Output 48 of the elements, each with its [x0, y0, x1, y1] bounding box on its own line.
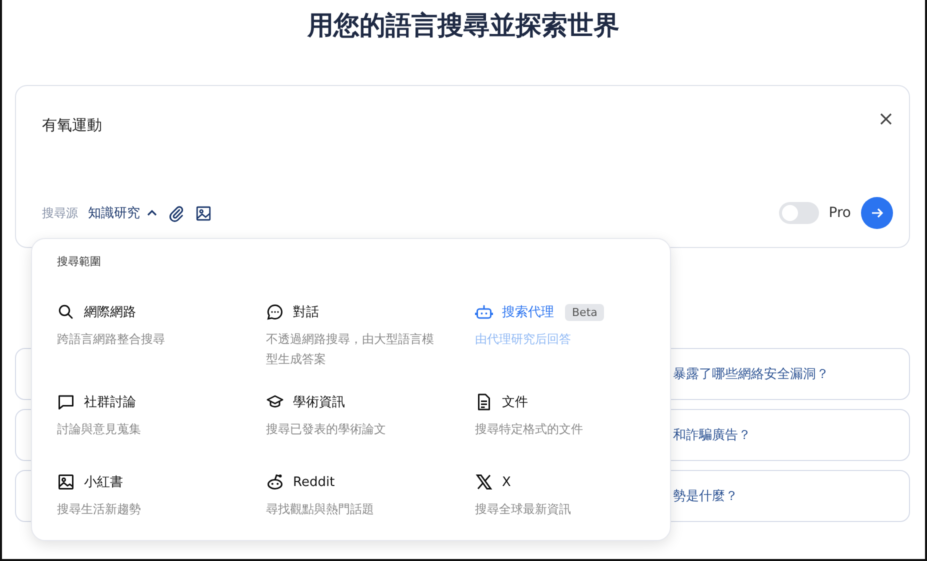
option-description: 不透過網路搜尋，由大型語言模型生成答案 — [266, 331, 435, 368]
option-description: 由代理研究后回答 — [475, 331, 572, 348]
source-option[interactable]: 學術資訊 搜尋已發表的學術論文 — [266, 393, 475, 439]
option-title: 文件 — [502, 394, 528, 411]
beta-badge: Beta — [565, 304, 604, 320]
speech-bubble-icon — [266, 303, 284, 321]
option-title: 對話 — [293, 304, 319, 321]
option-description: 尋找觀點與熱門話題 — [266, 501, 375, 518]
source-option[interactable]: 社群討論 討論與意見蒐集 — [57, 393, 266, 439]
source-option[interactable]: 對話 不透過網路搜尋，由大型語言模型生成答案 — [266, 303, 475, 369]
alien-face-icon — [266, 473, 284, 491]
option-description: 討論與意見蒐集 — [57, 421, 142, 438]
source-option[interactable]: 搜索代理 Beta 由代理研究后回答 — [475, 303, 665, 349]
search-icon — [57, 303, 75, 321]
query-text: 有氧運動 — [42, 116, 102, 136]
option-description: 搜尋全球最新資訊 — [475, 501, 572, 518]
source-label: 搜尋源 — [42, 204, 78, 222]
option-title: 社群討論 — [84, 394, 136, 411]
page-heading: 用您的語言搜尋並探索世界 — [306, 10, 620, 43]
document-icon — [475, 393, 493, 411]
x-logo-icon — [475, 473, 493, 491]
submit-button[interactable] — [861, 197, 893, 229]
option-description: 搜尋生活新趨勢 — [57, 501, 142, 518]
arrow-right-icon — [870, 206, 884, 220]
option-description: 跨語言網路整合搜尋 — [57, 331, 166, 348]
close-icon[interactable] — [879, 112, 893, 126]
source-option[interactable]: 網際網路 跨語言網路整合搜尋 — [57, 303, 266, 349]
comment-icon — [57, 393, 75, 411]
source-option[interactable]: 文件 搜尋特定格式的文件 — [475, 393, 665, 439]
source-dropdown[interactable]: 知識研究 — [88, 204, 158, 222]
option-title: 學術資訊 — [293, 394, 345, 411]
option-description: 搜尋已發表的學術論文 — [266, 421, 387, 438]
robot-icon — [475, 303, 493, 321]
pro-toggle[interactable] — [778, 202, 819, 224]
option-title: X — [502, 474, 511, 490]
option-description: 搜尋特定格式的文件 — [475, 421, 584, 438]
source-option[interactable]: 小紅書 搜尋生活新趨勢 — [57, 473, 266, 519]
image-icon — [57, 473, 75, 491]
pro-label: Pro — [828, 205, 851, 221]
source-option[interactable]: X 搜尋全球最新資訊 — [475, 473, 665, 519]
option-title: 搜索代理 — [502, 304, 554, 321]
image-icon[interactable] — [195, 204, 212, 222]
option-title: 小紅書 — [84, 474, 123, 491]
option-title: 網際網路 — [84, 304, 136, 321]
menu-title: 搜尋範圍 — [57, 254, 102, 269]
paperclip-icon[interactable] — [168, 204, 185, 222]
option-title: Reddit — [293, 474, 335, 490]
source-option[interactable]: Reddit 尋找觀點與熱門話題 — [266, 473, 475, 519]
